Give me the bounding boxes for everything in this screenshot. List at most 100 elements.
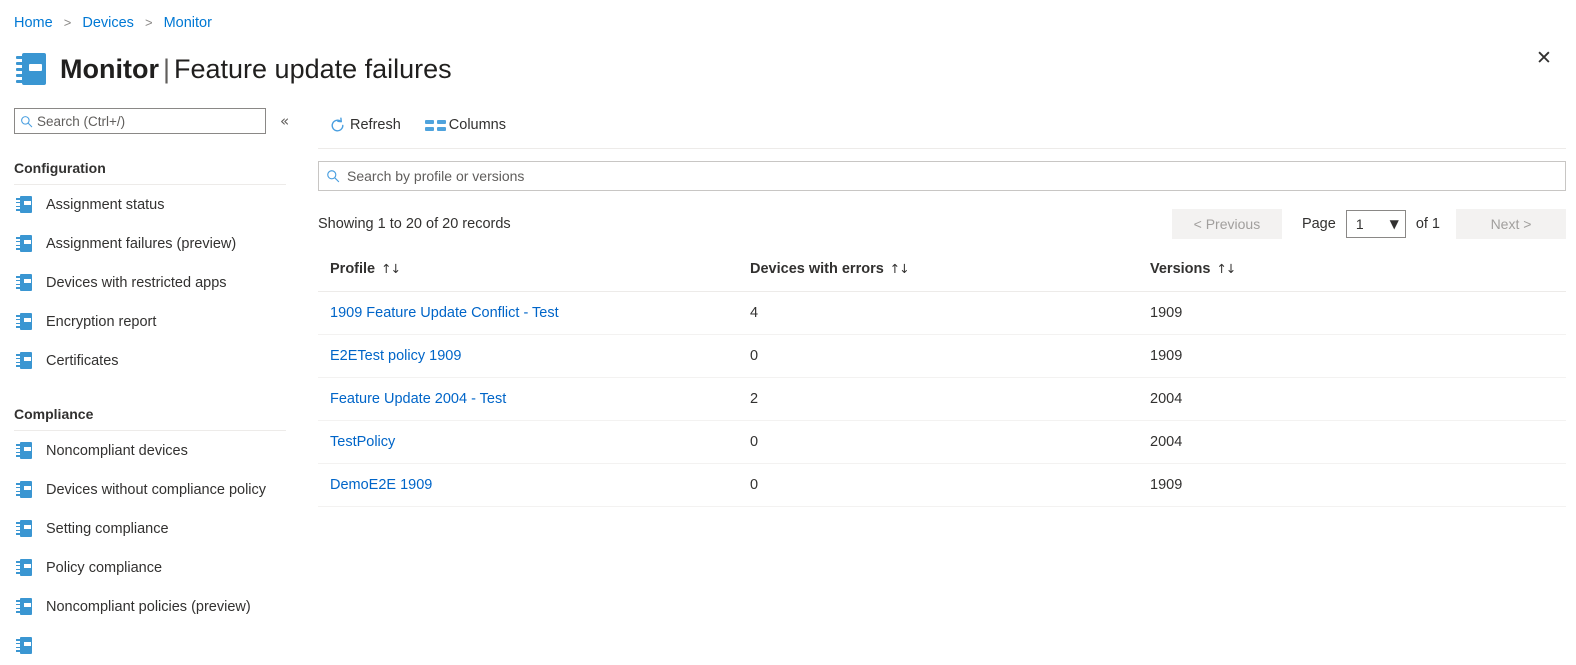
column-header-profile[interactable]: Profile ↑↓: [318, 255, 738, 292]
cell-errors: 0: [738, 334, 1138, 378]
table-row: 1909 Feature Update Conflict - Test 4 19…: [318, 291, 1566, 335]
sidebar-item-label: Devices without compliance policy: [46, 481, 267, 498]
sidebar-item-setting-compliance[interactable]: Setting compliance: [14, 509, 318, 548]
profile-link[interactable]: E2ETest policy 1909: [330, 348, 461, 364]
cell-errors: 4: [738, 291, 1138, 335]
column-header-versions[interactable]: Versions ↑↓: [1138, 255, 1566, 292]
profile-link[interactable]: Feature Update 2004 - Test: [330, 391, 506, 407]
feature-update-failures-table: Profile ↑↓ Devices with errors ↑↓ Versions…: [318, 255, 1566, 507]
cell-profile: DemoE2E 1909: [318, 463, 738, 507]
profile-link[interactable]: TestPolicy: [330, 434, 395, 450]
toolbar: Refresh Columns: [318, 108, 1566, 142]
table-header-row: Profile ↑↓ Devices with errors ↑↓ Versions…: [318, 255, 1566, 292]
page-title-separator: |: [162, 54, 170, 84]
sort-icon[interactable]: ↑↓: [381, 261, 401, 276]
refresh-label: Refresh: [350, 117, 401, 133]
sidebar-item-noncompliant-policies[interactable]: Noncompliant policies (preview): [14, 587, 318, 626]
sidebar-group-title-compliance: Compliance: [14, 406, 286, 431]
notebook-icon: [16, 53, 46, 85]
notebook-icon: [16, 637, 32, 654]
breadcrumb-item-devices[interactable]: Devices: [82, 15, 134, 31]
column-header-label: Profile: [330, 261, 376, 277]
cell-version: 1909: [1138, 463, 1566, 507]
breadcrumb-item-monitor[interactable]: Monitor: [164, 15, 212, 31]
search-input[interactable]: [37, 113, 265, 129]
notebook-icon: [16, 481, 32, 498]
page-header: Monitor | Feature update failures ✕: [0, 32, 1576, 94]
cell-version: 1909: [1138, 291, 1566, 335]
page-total: of 1: [1415, 216, 1440, 232]
sidebar-item-noncompliant-devices[interactable]: Noncompliant devices: [14, 431, 318, 470]
notebook-icon: [16, 559, 32, 576]
cell-errors: 0: [738, 463, 1138, 507]
sidebar-item-label: Policy compliance: [46, 559, 163, 576]
page-select[interactable]: 1 ▼: [1345, 210, 1406, 238]
chevron-down-icon: ▼: [1389, 217, 1399, 231]
cell-profile: TestPolicy: [318, 420, 738, 464]
sort-icon[interactable]: ↑↓: [890, 261, 910, 276]
table-row: TestPolicy 0 2004: [318, 420, 1566, 464]
breadcrumb-separator: >: [144, 15, 153, 30]
cell-profile: 1909 Feature Update Conflict - Test: [318, 291, 738, 335]
notebook-icon: [16, 352, 32, 369]
columns-button[interactable]: Columns: [419, 110, 516, 140]
profile-link[interactable]: DemoE2E 1909: [330, 477, 432, 493]
sidebar-item-partial[interactable]: [14, 626, 318, 665]
sort-icon[interactable]: ↑↓: [1216, 261, 1236, 276]
sidebar-item-label: Encryption report: [46, 313, 157, 330]
previous-page-button[interactable]: < Previous: [1171, 209, 1282, 239]
sidebar-item-label: Assignment failures (preview): [46, 235, 237, 252]
breadcrumb-separator: >: [63, 15, 72, 30]
sidebar-item-label: Noncompliant policies (preview): [46, 598, 251, 615]
page-title-primary: Monitor: [60, 54, 159, 84]
sidebar-item-devices-without-compliance-policy[interactable]: Devices without compliance policy: [14, 470, 318, 509]
cell-profile: E2ETest policy 1909: [318, 334, 738, 378]
notebook-icon: [16, 196, 32, 213]
page-label: Page: [1301, 216, 1336, 232]
pagination-row: Showing 1 to 20 of 20 records < Previous…: [318, 209, 1566, 239]
notebook-icon: [16, 313, 32, 330]
table-row: Feature Update 2004 - Test 2 2004: [318, 377, 1566, 421]
profile-link[interactable]: 1909 Feature Update Conflict - Test: [330, 305, 559, 321]
breadcrumb-item-home[interactable]: Home: [14, 15, 53, 31]
sidebar-item-devices-with-restricted-apps[interactable]: Devices with restricted apps: [14, 263, 318, 302]
notebook-icon: [16, 274, 32, 291]
breadcrumb: Home > Devices > Monitor: [0, 0, 1576, 32]
columns-label: Columns: [448, 117, 506, 133]
sidebar-item-label: Certificates: [46, 352, 119, 369]
table-row: DemoE2E 1909 0 1909: [318, 463, 1566, 507]
collapse-sidebar-icon[interactable]: «: [280, 113, 289, 129]
cell-version: 1909: [1138, 334, 1566, 378]
refresh-icon: [324, 117, 350, 134]
sidebar-item-label: Devices with restricted apps: [46, 274, 227, 291]
cell-errors: 2: [738, 377, 1138, 421]
sidebar-item-encryption-report[interactable]: Encryption report: [14, 302, 318, 341]
column-header-label: Versions: [1150, 261, 1211, 277]
column-header-devices-with-errors[interactable]: Devices with errors ↑↓: [738, 255, 1138, 292]
sidebar-search-row: «: [14, 108, 318, 134]
sidebar-item-label: Assignment status: [46, 196, 165, 213]
close-icon[interactable]: ✕: [1528, 42, 1560, 74]
sidebar-item-assignment-failures[interactable]: Assignment failures (preview): [14, 224, 318, 263]
column-header-label: Devices with errors: [750, 261, 884, 277]
notebook-icon: [16, 235, 32, 252]
search-icon: [15, 115, 37, 128]
sidebar-item-label: Setting compliance: [46, 520, 169, 537]
toolbar-divider: [318, 148, 1566, 149]
page-title: Monitor | Feature update failures: [60, 52, 452, 86]
sidebar-group-title-configuration: Configuration: [14, 160, 286, 185]
notebook-icon: [16, 442, 32, 459]
sidebar-item-policy-compliance[interactable]: Policy compliance: [14, 548, 318, 587]
next-page-button[interactable]: Next >: [1456, 209, 1566, 239]
sidebar-item-assignment-status[interactable]: Assignment status: [14, 185, 318, 224]
profile-search[interactable]: [318, 161, 1566, 191]
refresh-button[interactable]: Refresh: [320, 110, 411, 140]
cell-errors: 0: [738, 420, 1138, 464]
sidebar-item-certificates[interactable]: Certificates: [14, 341, 318, 380]
sidebar-search[interactable]: [14, 108, 266, 134]
main-content: Refresh Columns Showing 1 to 20 of 20 re…: [318, 108, 1576, 507]
page-title-secondary: Feature update failures: [174, 54, 452, 84]
table-row: E2ETest policy 1909 0 1909: [318, 334, 1566, 378]
profile-search-input[interactable]: [347, 168, 1565, 184]
search-icon: [319, 169, 347, 183]
